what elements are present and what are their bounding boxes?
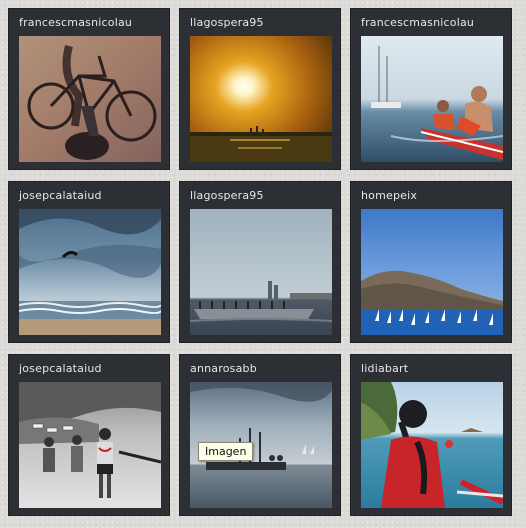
photo-username[interactable]: llagospera95 — [190, 16, 264, 29]
photo-card[interactable]: josepcalataiud — [8, 354, 170, 516]
photo-username[interactable]: francescmasnicolau — [361, 16, 474, 29]
photo-card[interactable]: josepcalataiud — [8, 181, 170, 343]
photo-username[interactable]: lidiabart — [361, 362, 408, 375]
photo-username[interactable]: francescmasnicolau — [19, 16, 132, 29]
photo-username[interactable]: llagospera95 — [190, 189, 264, 202]
photo-card[interactable]: llagospera95 — [179, 8, 341, 170]
image-tooltip: Imagen — [198, 442, 254, 461]
photo-image[interactable] — [361, 209, 503, 335]
photo-image[interactable] — [19, 382, 161, 508]
photo-card[interactable]: francescmasnicolau — [350, 8, 512, 170]
photo-username[interactable]: annarosabb — [190, 362, 257, 375]
photo-image[interactable] — [190, 36, 332, 162]
photo-username[interactable]: josepcalataiud — [19, 189, 102, 202]
photo-username[interactable]: homepeix — [361, 189, 417, 202]
photo-image[interactable] — [361, 36, 503, 162]
photo-image[interactable] — [19, 209, 161, 335]
photo-card[interactable]: francescmasnicolau — [8, 8, 170, 170]
photo-card[interactable]: annarosabb — [179, 354, 341, 516]
photo-grid: francescmasnicolau llagospera95 francesc… — [0, 0, 526, 528]
photo-image[interactable] — [361, 382, 503, 508]
photo-card[interactable]: lidiabart — [350, 354, 512, 516]
photo-username[interactable]: josepcalataiud — [19, 362, 102, 375]
photo-image[interactable] — [190, 209, 332, 335]
photo-card[interactable]: homepeix — [350, 181, 512, 343]
photo-image[interactable] — [19, 36, 161, 162]
photo-card[interactable]: llagospera95 — [179, 181, 341, 343]
